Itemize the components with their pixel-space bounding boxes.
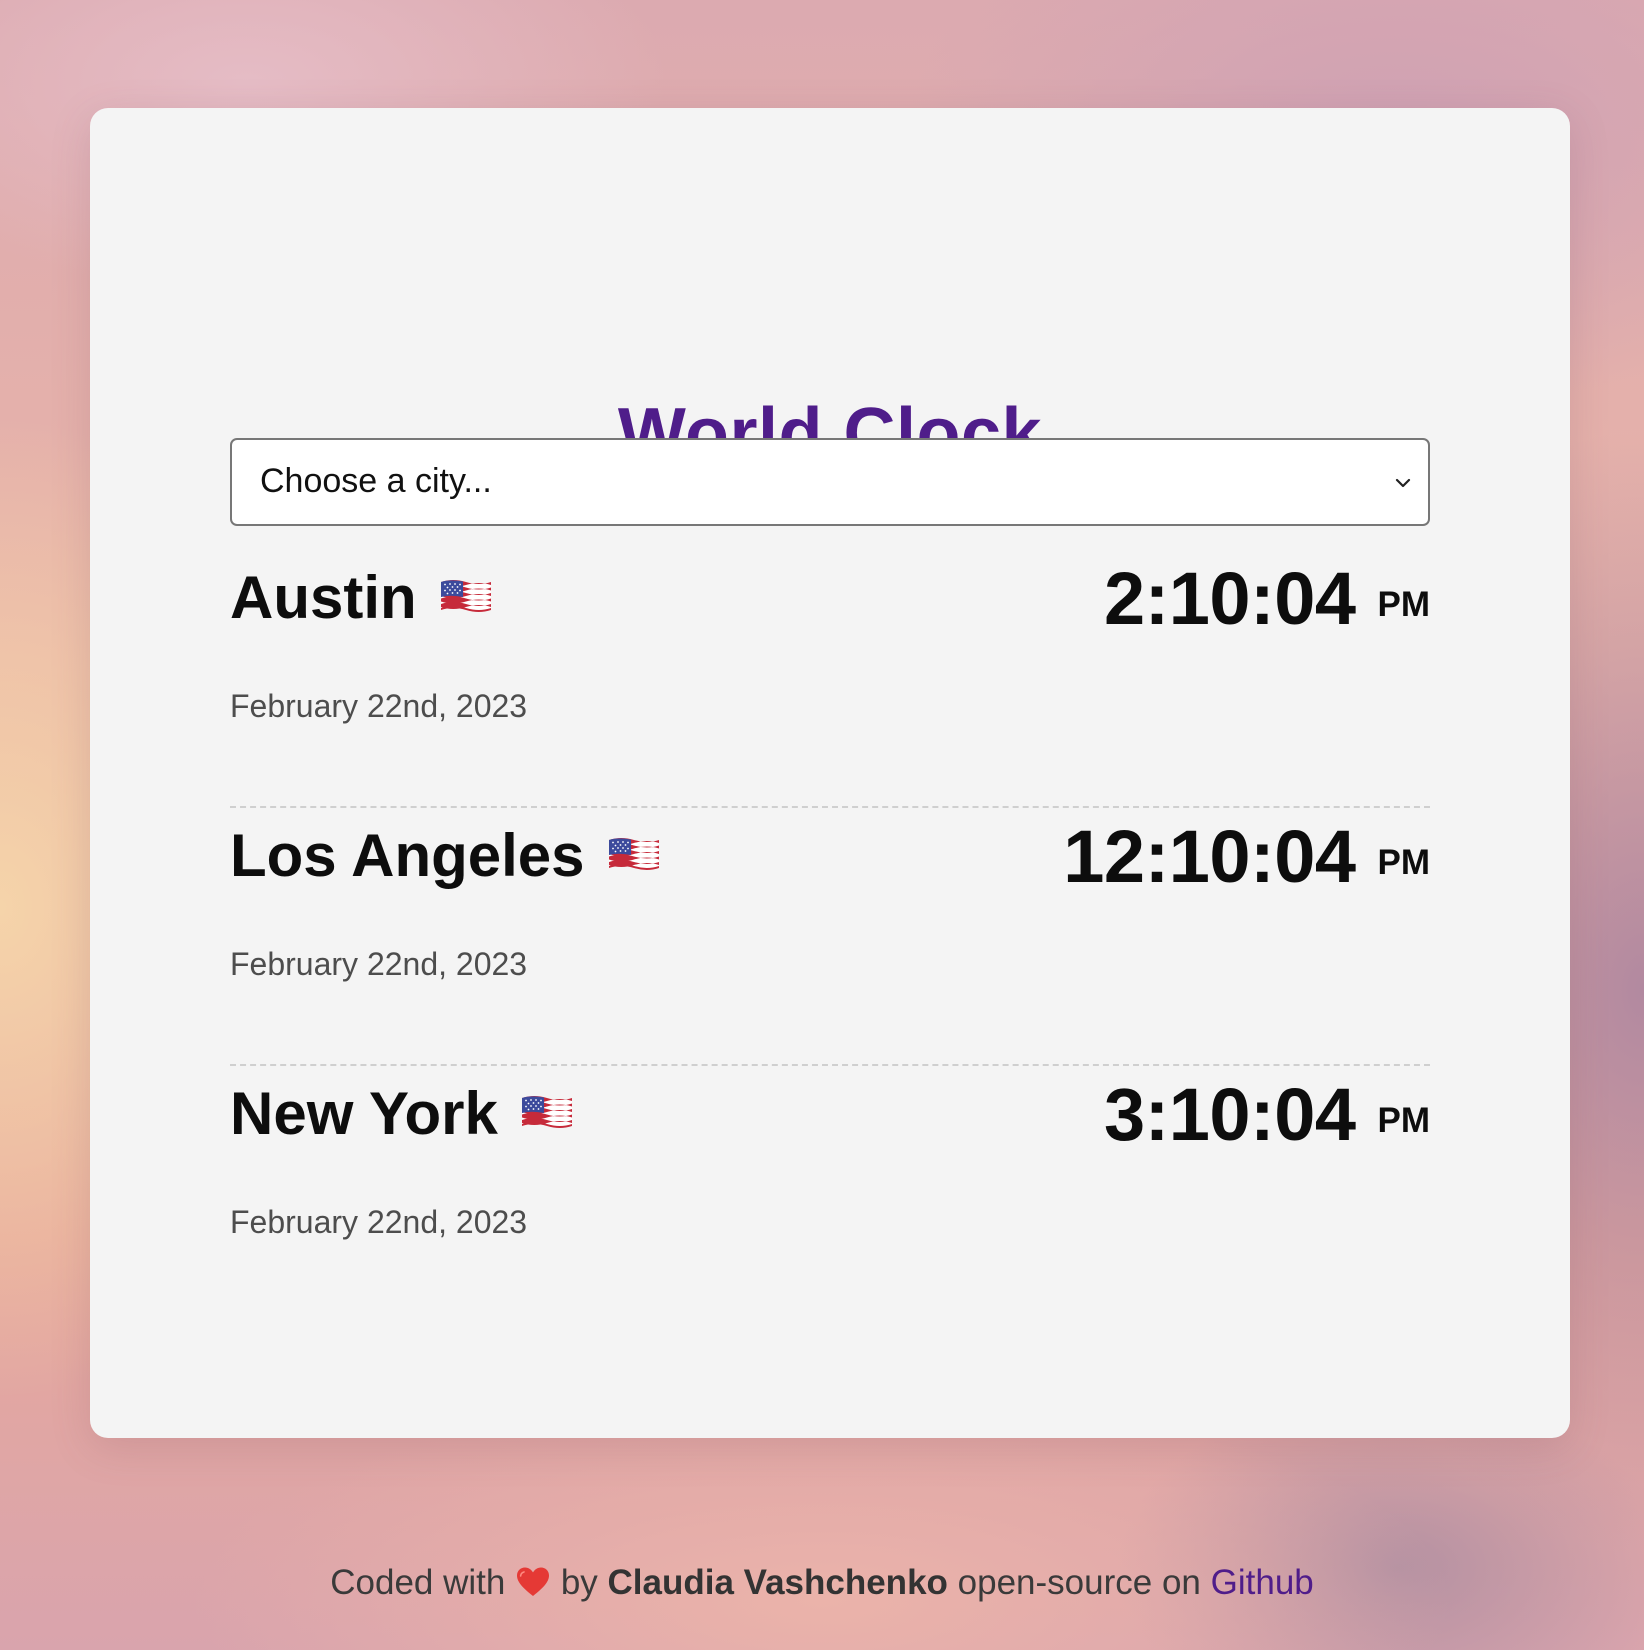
time-value: 2:10:04 — [1103, 557, 1356, 640]
clock-card: World Clock Choose a city... Austin 2:10… — [90, 108, 1570, 1438]
us-flag-icon — [439, 576, 493, 616]
github-link[interactable]: Github — [1211, 1563, 1314, 1602]
city-date: February 22nd, 2023 — [230, 1204, 528, 1240]
city-date: February 22nd, 2023 — [230, 946, 528, 982]
footer-middle: open-source on — [957, 1563, 1201, 1602]
city-name-label: Austin — [230, 564, 417, 631]
city-time: 12:10:04 PM — [1063, 820, 1430, 894]
ampm-label: PM — [1377, 585, 1431, 624]
chevron-down-icon — [1395, 478, 1411, 488]
city-select[interactable]: Choose a city... — [230, 438, 1430, 526]
city-row-los-angeles: Los Angeles 12:10:04 PM February 22nd, 20… — [230, 806, 1430, 1066]
city-row-austin: Austin 2:10:04 PM February 22nd, 2023 — [230, 548, 1430, 808]
city-time: 2:10:04 PM — [1104, 562, 1430, 636]
us-flag-icon — [607, 834, 661, 874]
time-value: 3:10:04 — [1103, 1073, 1356, 1156]
city-name: New York — [230, 1084, 574, 1144]
footer: Coded with by Claudia Vashchenko open-so… — [0, 1563, 1644, 1603]
city-name-label: Los Angeles — [230, 822, 585, 889]
city-row-new-york: New York 3:10:04 PM February 22nd, 2023 — [230, 1064, 1430, 1322]
footer-by: by — [560, 1563, 598, 1602]
heart-icon — [517, 1567, 550, 1596]
footer-prefix: Coded with — [330, 1563, 506, 1602]
city-name: Austin — [230, 568, 493, 628]
city-select-value: Choose a city... — [260, 462, 492, 500]
us-flag-icon — [520, 1092, 574, 1132]
time-value: 12:10:04 — [1063, 815, 1356, 898]
city-time: 3:10:04 PM — [1104, 1078, 1430, 1152]
city-date: February 22nd, 2023 — [230, 688, 528, 724]
city-name-label: New York — [230, 1080, 498, 1147]
ampm-label: PM — [1377, 843, 1431, 882]
ampm-label: PM — [1377, 1101, 1431, 1140]
author-name: Claudia Vashchenko — [607, 1563, 948, 1602]
city-name: Los Angeles — [230, 826, 661, 886]
